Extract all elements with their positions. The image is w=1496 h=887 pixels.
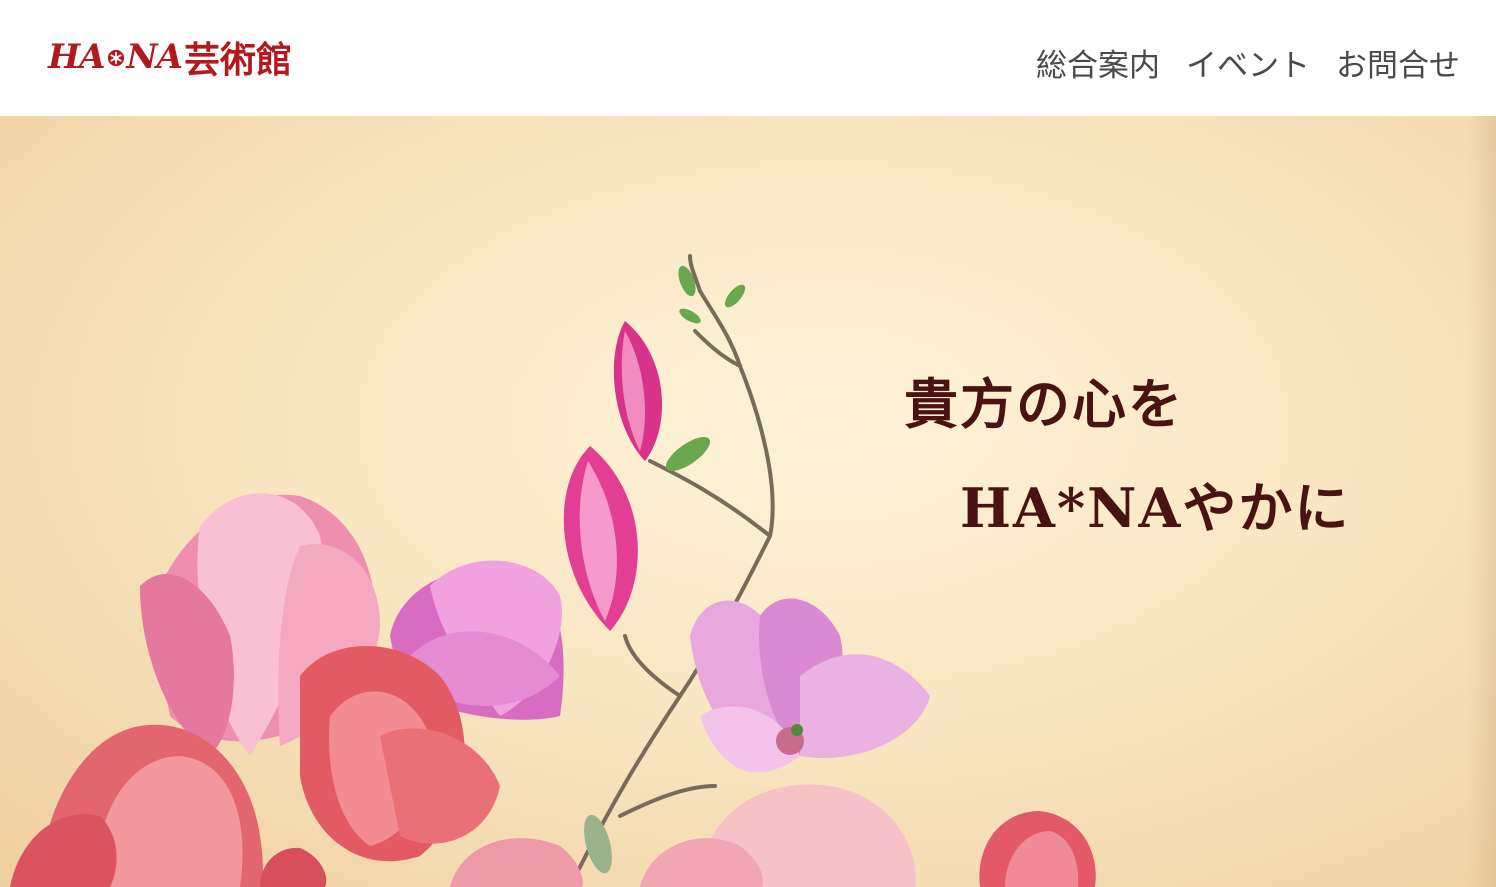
site-header: HA NA 芸術館 総合案内 イベント お問合せ [0,0,1496,116]
hero-banner: 貴方の心を HA*NAやかに [0,116,1496,887]
hero-headline-line1: 貴方の心を [904,372,1184,436]
site-logo[interactable]: HA NA 芸術館 [48,32,292,82]
logo-jp-text: 芸術館 [183,39,292,81]
flower-star-icon [107,49,124,67]
main-nav: 総合案内 イベント お問合せ [1036,40,1460,85]
logo-mark: HA [48,37,106,77]
hero-headline-line2: HA*NAやかに [960,476,1351,540]
hero-edge-shade [1468,116,1496,887]
logo-mark-suffix: NA [126,37,183,77]
nav-item-contact[interactable]: お問合せ [1336,40,1460,85]
nav-item-events[interactable]: イベント [1186,40,1310,85]
nav-item-guide[interactable]: 総合案内 [1036,40,1160,85]
